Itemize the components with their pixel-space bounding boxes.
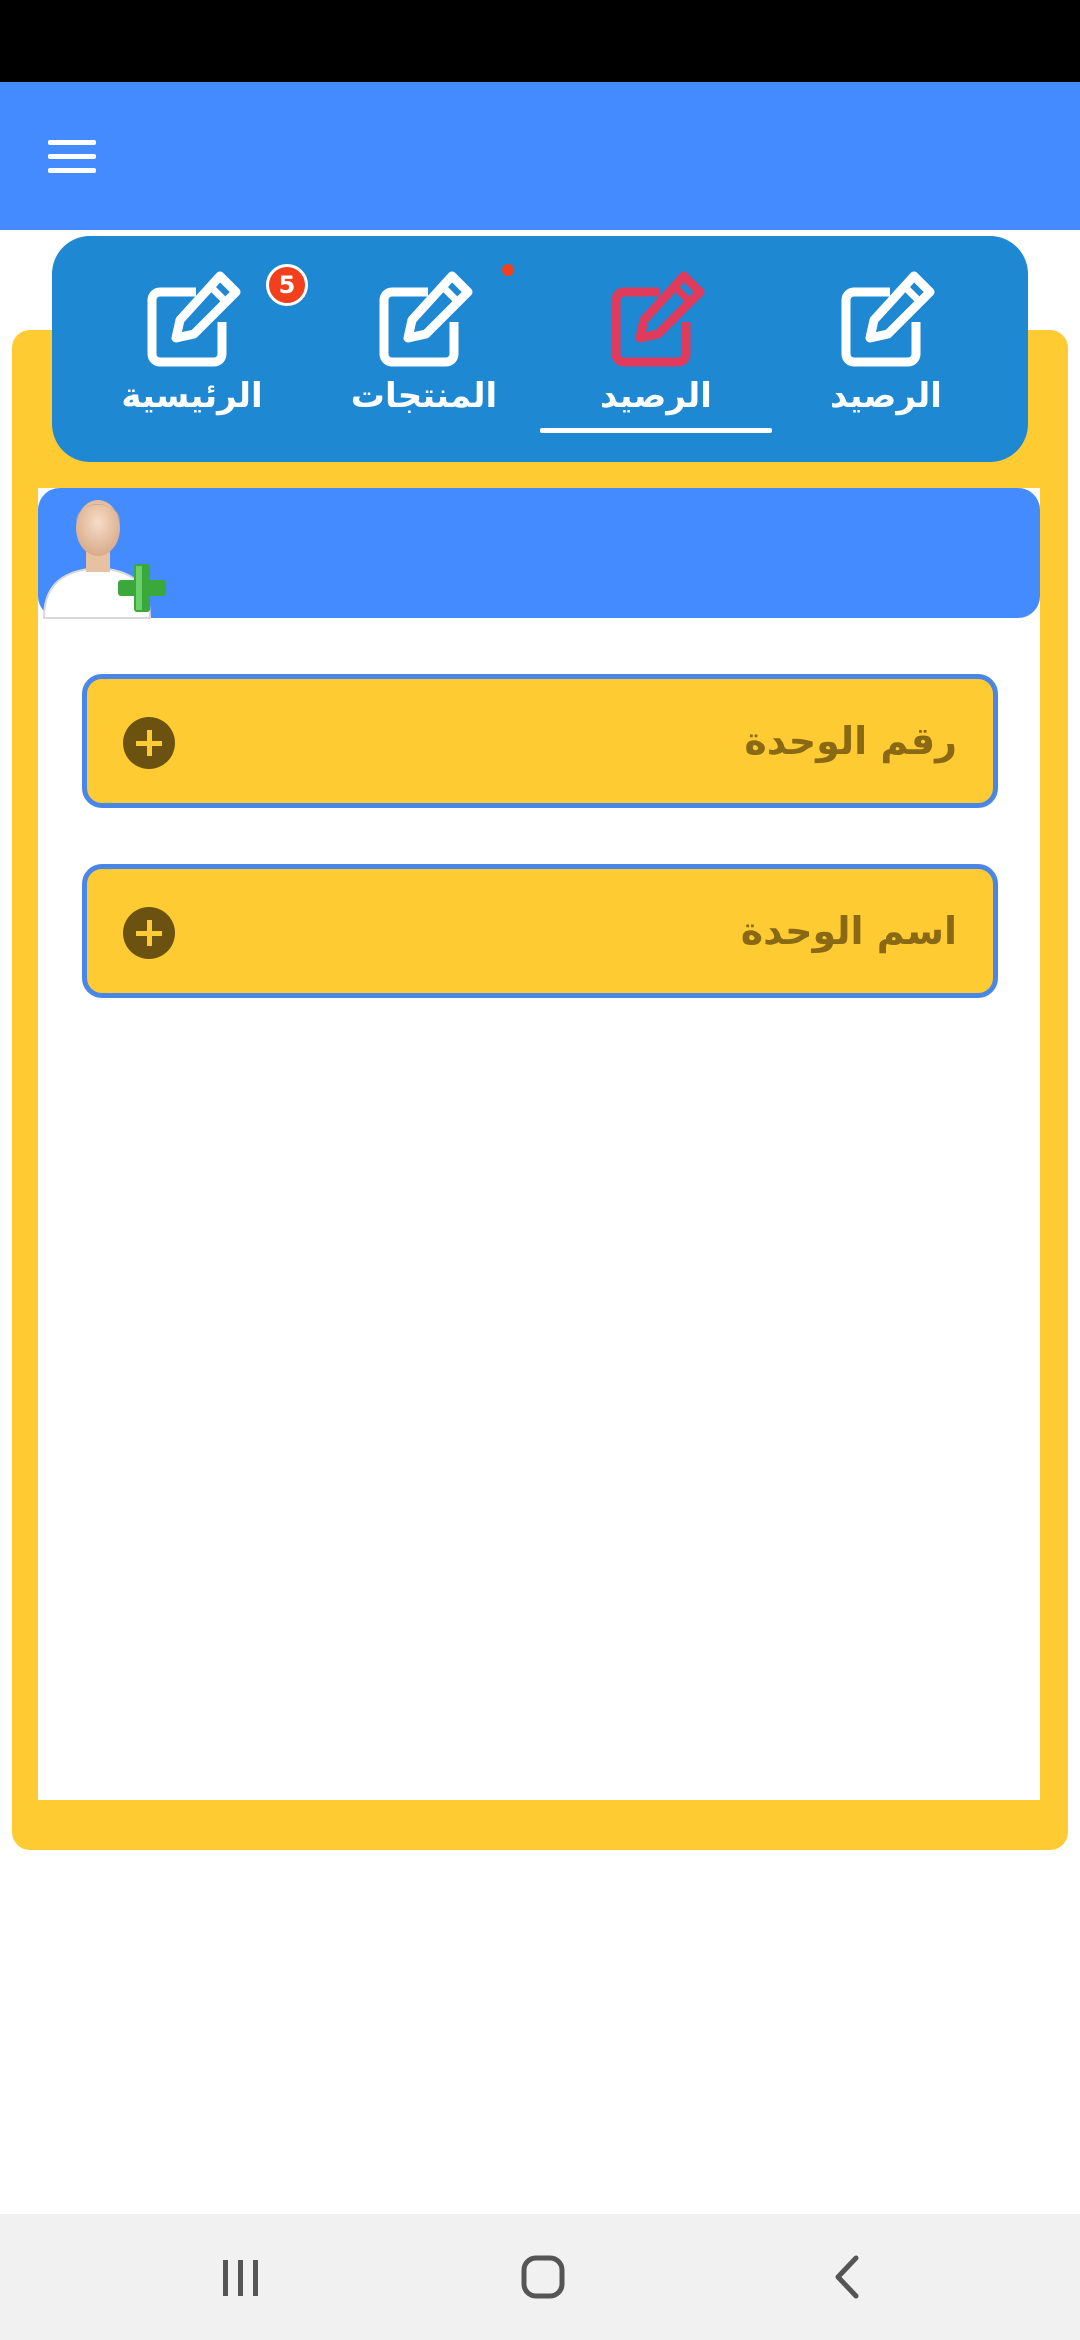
plus-circle-icon[interactable] (123, 907, 175, 959)
tab-label: الرصيد (830, 376, 942, 416)
unit-name-field[interactable]: اسم الوحدة (82, 864, 998, 998)
app-bar (0, 82, 1080, 230)
tab-label: المنتجات (350, 376, 498, 416)
home-icon[interactable] (483, 2214, 603, 2340)
add-user-avatar-icon[interactable] (38, 490, 174, 620)
tab-home[interactable]: الرئيسية 5 (92, 236, 308, 462)
plus-circle-icon[interactable] (123, 717, 175, 769)
recents-icon[interactable] (180, 2214, 300, 2340)
active-tab-indicator (540, 428, 772, 433)
tab-products[interactable]: المنتجات (324, 236, 524, 462)
unit-number-label: رقم الوحدة (744, 719, 957, 763)
notification-badge: 5 (266, 264, 308, 306)
hamburger-menu-icon[interactable] (40, 130, 104, 182)
status-bar (0, 0, 1080, 82)
notification-dot (502, 264, 514, 276)
tab-balance[interactable]: الرصيد (786, 236, 986, 462)
unit-name-label: اسم الوحدة (740, 909, 957, 953)
tab-label: الرئيسية (121, 376, 263, 416)
back-icon[interactable] (786, 2214, 906, 2340)
profile-banner (38, 488, 1040, 618)
tab-label: الرصيد (600, 376, 712, 416)
edit-icon (379, 271, 473, 367)
unit-number-field[interactable]: رقم الوحدة (82, 674, 998, 808)
top-tab-bar: الرصيد الرصيد المنتجات الرئيسية 5 (52, 236, 1028, 462)
edit-icon (147, 271, 241, 367)
edit-icon (841, 271, 935, 367)
edit-icon (611, 271, 705, 367)
system-navigation-bar (0, 2214, 1080, 2340)
